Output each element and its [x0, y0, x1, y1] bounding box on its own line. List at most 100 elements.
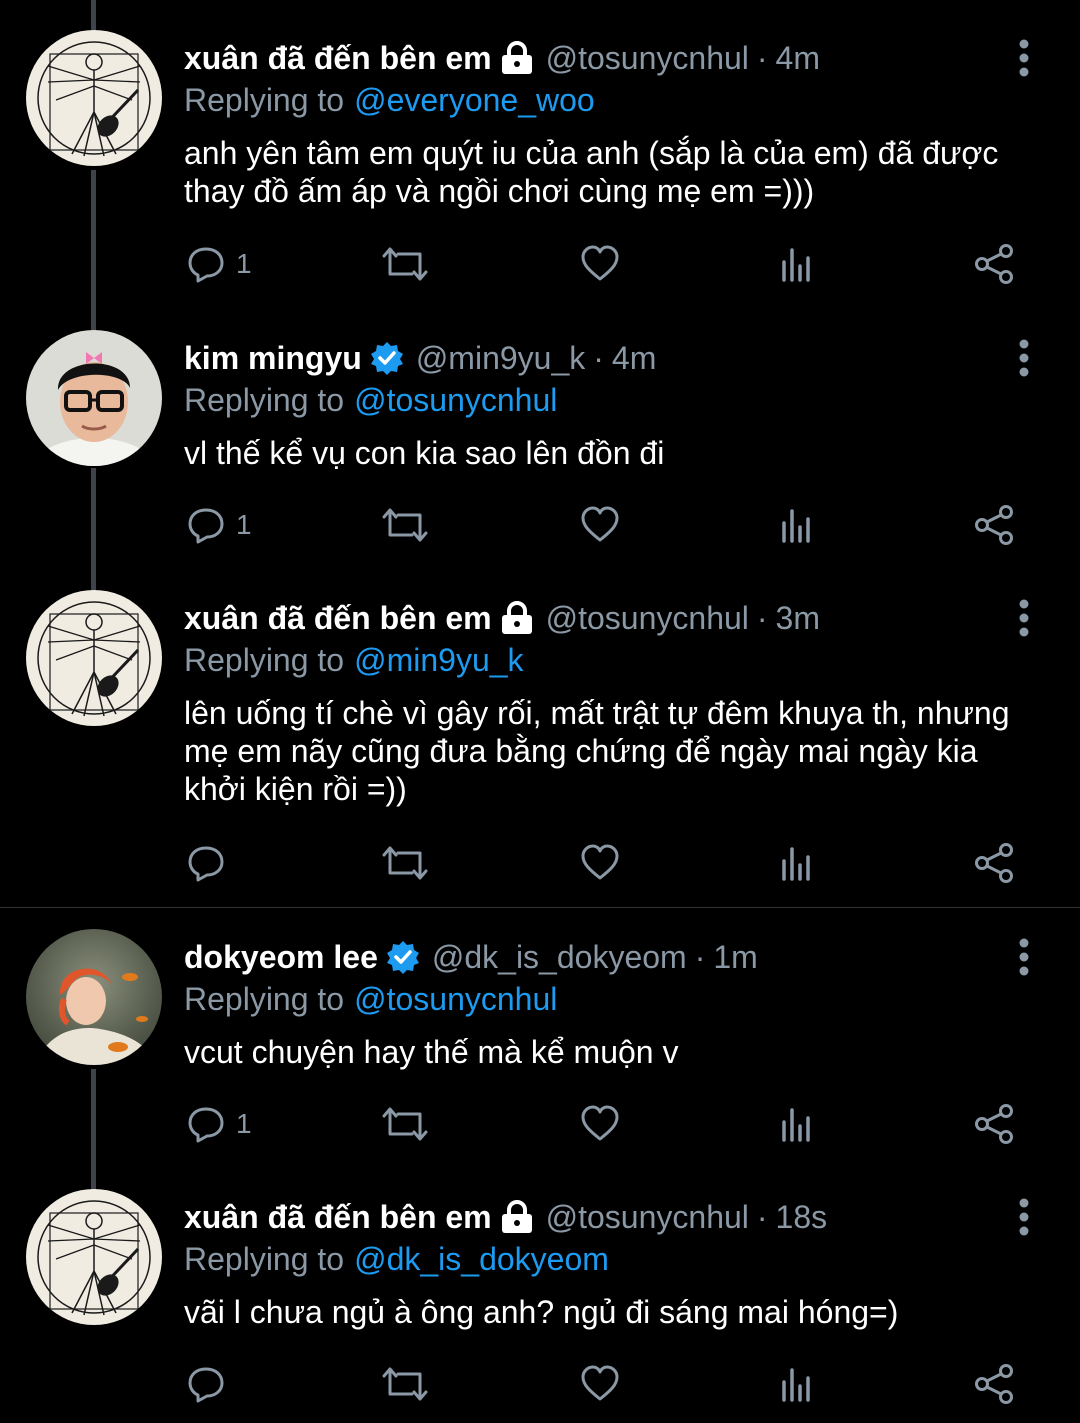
more-options-icon[interactable]	[1010, 937, 1038, 977]
replying-to: Replying to @everyone_woo	[184, 82, 595, 119]
tweet-text: vãi l chưa ngủ à ông anh? ngủ đi sáng ma…	[184, 1293, 1044, 1331]
share-button[interactable]	[974, 500, 1016, 550]
mention-link[interactable]: @min9yu_k	[354, 642, 523, 678]
mention-link[interactable]: @everyone_woo	[354, 82, 595, 118]
tweet-text-line: vl thế kể vụ con kia sao lên đồn đi	[184, 435, 665, 471]
timestamp[interactable]: 1m	[713, 939, 757, 976]
tweet-text-line: mẹ em nãy cũng đưa bằng chứng để ngày ma…	[184, 733, 978, 769]
display-name[interactable]: dokyeom lee	[184, 939, 378, 976]
like-button[interactable]	[580, 500, 620, 550]
user-handle[interactable]: @tosunycnhul	[546, 40, 749, 77]
heart-icon	[581, 844, 619, 880]
reply-icon	[188, 1107, 224, 1143]
reply-button[interactable]	[186, 1359, 236, 1409]
user-handle[interactable]: @tosunycnhul	[546, 1199, 749, 1236]
vitruvian-guitar-avatar	[26, 590, 162, 726]
analytics-button[interactable]	[780, 500, 814, 550]
avatar[interactable]	[26, 330, 162, 466]
tweet-text-line: lên uống tí chè vì gây rối, mất trật tự …	[184, 695, 1010, 731]
mingyu-avatar	[26, 330, 162, 466]
retweet-button[interactable]	[382, 500, 428, 550]
like-button[interactable]	[580, 239, 620, 289]
analytics-button[interactable]	[780, 1359, 814, 1409]
share-icon	[975, 244, 1013, 284]
retweet-button[interactable]	[382, 1099, 428, 1149]
replying-to-label: Replying to	[184, 1241, 345, 1277]
separator-dot: ·	[756, 39, 768, 76]
reply-icon	[188, 846, 224, 882]
share-button[interactable]	[974, 1099, 1016, 1149]
like-button[interactable]	[580, 1099, 620, 1149]
more-options-icon[interactable]	[1010, 338, 1038, 378]
replying-to-label: Replying to	[184, 382, 345, 418]
retweet-icon	[382, 1107, 428, 1141]
separator-dot: ·	[756, 1198, 768, 1235]
reply-button[interactable]	[186, 838, 236, 888]
avatar[interactable]	[26, 590, 162, 726]
like-button[interactable]	[580, 838, 620, 888]
tweet-text-line: thay đồ ấm áp và ngồi chơi cùng mẹ em =)…	[184, 173, 815, 209]
analytics-icon	[782, 1108, 810, 1142]
timestamp[interactable]: 3m	[776, 600, 820, 637]
more-options-icon[interactable]	[1010, 598, 1038, 638]
user-handle[interactable]: @dk_is_dokyeom	[432, 939, 687, 976]
share-button[interactable]	[974, 1359, 1016, 1409]
share-button[interactable]	[974, 239, 1016, 289]
retweet-button[interactable]	[382, 1359, 428, 1409]
more-options-icon[interactable]	[1010, 1197, 1038, 1237]
more-options-icon[interactable]	[1010, 38, 1038, 78]
tweet-text-line: vãi l chưa ngủ à ông anh? ngủ đi sáng ma…	[184, 1294, 899, 1330]
user-handle[interactable]: @tosunycnhul	[546, 600, 749, 637]
share-icon	[975, 1364, 1013, 1404]
mention-link[interactable]: @tosunycnhul	[354, 981, 557, 1017]
mention-link[interactable]: @tosunycnhul	[354, 382, 557, 418]
display-name[interactable]: kim mingyu	[184, 340, 362, 377]
share-button[interactable]	[974, 838, 1016, 888]
retweet-button[interactable]	[382, 838, 428, 888]
user-handle[interactable]: @min9yu_k	[416, 340, 585, 377]
display-name[interactable]: xuân đã đến bên em	[184, 1199, 492, 1236]
thread-line	[91, 0, 96, 30]
mention-link[interactable]: @dk_is_dokyeom	[354, 1241, 609, 1277]
timestamp[interactable]: 4m	[612, 340, 656, 377]
replying-to: Replying to @min9yu_k	[184, 642, 524, 679]
tweet-text-line: vcut chuyện hay thế mà kể muộn v	[184, 1034, 679, 1070]
separator-dot: ·	[694, 938, 706, 975]
avatar[interactable]	[26, 30, 162, 166]
retweet-icon	[382, 846, 428, 880]
reply-button[interactable]: 1	[186, 239, 252, 289]
tweet-actions	[0, 1359, 1080, 1409]
display-name[interactable]: xuân đã đến bên em	[184, 40, 492, 77]
analytics-icon	[782, 847, 810, 881]
analytics-icon	[782, 509, 810, 543]
retweet-button[interactable]	[382, 239, 428, 289]
verified-icon	[370, 341, 404, 375]
reply-icon	[188, 508, 224, 544]
tweet-actions	[0, 838, 1080, 888]
reply-icon	[188, 1367, 224, 1403]
tweet-text-line: khởi kiện rồi =))	[184, 771, 407, 807]
analytics-button[interactable]	[780, 1099, 814, 1149]
tweet-text: vcut chuyện hay thế mà kể muộn v	[184, 1033, 1044, 1071]
replying-to-label: Replying to	[184, 981, 345, 1017]
display-name[interactable]: xuân đã đến bên em	[184, 600, 492, 637]
analytics-button[interactable]	[780, 239, 814, 289]
share-icon	[975, 505, 1013, 545]
vitruvian-guitar-avatar	[26, 1189, 162, 1325]
timestamp[interactable]: 18s	[776, 1199, 828, 1236]
timestamp[interactable]: 4m	[776, 40, 820, 77]
tweet-actions: 1	[0, 239, 1080, 289]
analytics-icon	[782, 248, 810, 282]
reply-button[interactable]: 1	[186, 500, 252, 550]
like-button[interactable]	[580, 1359, 620, 1409]
avatar[interactable]	[26, 929, 162, 1065]
verified-icon	[386, 940, 420, 974]
avatar[interactable]	[26, 1189, 162, 1325]
tweet-text: anh yên tâm em quýt iu của anh (sắp là c…	[184, 134, 1044, 210]
replying-to: Replying to @dk_is_dokyeom	[184, 1241, 609, 1278]
lock-icon	[500, 1200, 534, 1234]
reply-button[interactable]: 1	[186, 1099, 252, 1149]
analytics-button[interactable]	[780, 838, 814, 888]
heart-icon	[581, 506, 619, 542]
vitruvian-guitar-avatar	[26, 30, 162, 166]
